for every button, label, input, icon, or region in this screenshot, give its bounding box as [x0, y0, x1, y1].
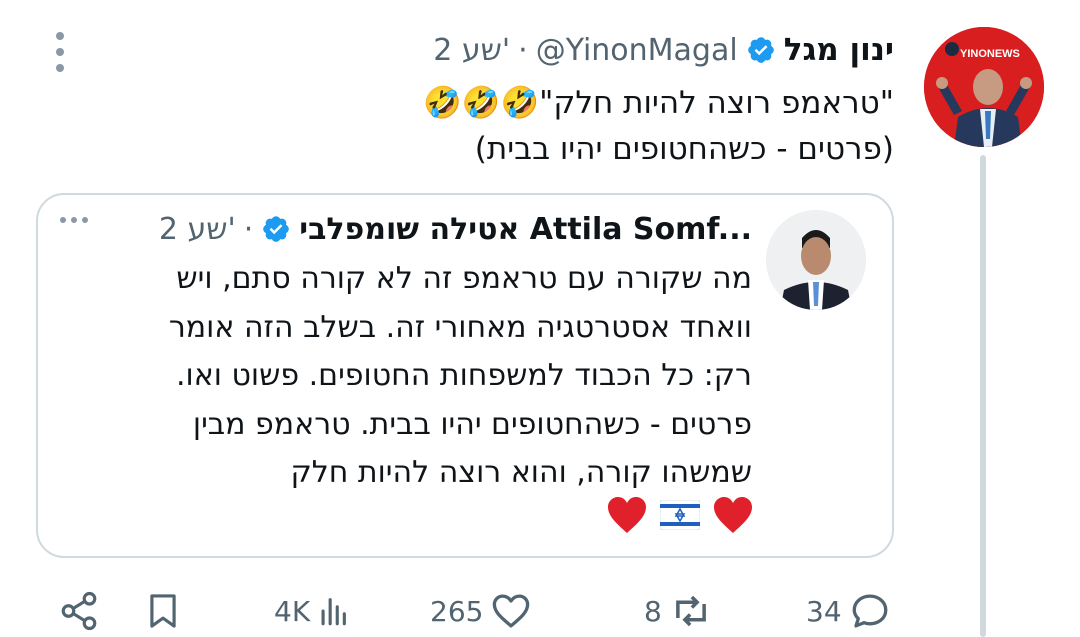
separator-dot: · — [518, 32, 528, 68]
israel-flag-emoji — [660, 500, 700, 530]
post-text-line: "טראמפ רוצה להיות חלק"🤣🤣🤣 — [423, 85, 894, 121]
quoted-avatar-image — [766, 210, 866, 310]
likes-count: 265 — [430, 594, 484, 628]
bookmark-button[interactable] — [144, 585, 182, 637]
avatar-image: YINONEWS — [924, 27, 1044, 147]
red-heart-emoji — [608, 497, 646, 533]
post-text: "טראמפ רוצה להיות חלק"🤣🤣🤣 (פרטים - כשהחט… — [194, 80, 894, 172]
avatar-badge: YINONEWS — [960, 48, 1020, 60]
quoted-post-header: אטילה שומפלבי Attila Somf... · 2 שע' — [159, 207, 752, 251]
author-avatar[interactable]: YINONEWS — [924, 27, 1044, 147]
like-icon — [493, 594, 530, 628]
quoted-text-line: פרטים - כשהחטופים יהיו בבית. טראמפ מבין — [192, 406, 752, 442]
post-text-line: (פרטים - כשהחטופים יהיו בבית) — [474, 131, 894, 167]
post-actions-bar: 4K 265 8 34 — [0, 585, 960, 637]
replies-count: 34 — [806, 594, 842, 628]
quoted-text-line: וואחד אסטרטגיה מאחורי זה. בשלב הזה אומר — [168, 309, 752, 345]
separator-dot: · — [243, 211, 254, 247]
more-options-icon[interactable] — [50, 32, 70, 72]
author-name[interactable]: ינון מגל — [784, 32, 894, 68]
quoted-text-line: שמשהו קורה, והוא רוצה להיות חלק — [290, 455, 752, 490]
author-handle[interactable]: @YinonMagal — [536, 33, 738, 68]
post-time[interactable]: 2 שע' — [433, 33, 510, 68]
repost-button[interactable]: 8 — [644, 585, 714, 637]
quoted-post-time[interactable]: 2 שע' — [159, 212, 236, 247]
verified-badge-icon — [263, 216, 290, 242]
views-button[interactable]: 4K — [274, 585, 350, 637]
post-header: ינון מגל @YinonMagal · 2 שע' — [433, 28, 894, 72]
share-button[interactable] — [58, 585, 100, 637]
like-button[interactable]: 265 — [430, 585, 533, 637]
verified-badge-icon — [747, 37, 774, 63]
quoted-emoji-row — [606, 495, 754, 535]
reposts-count: 8 — [644, 594, 662, 628]
repost-icon — [675, 595, 706, 627]
quoted-post-card[interactable]: אטילה שומפלבי Attila Somf... · 2 שע' מה … — [36, 193, 894, 558]
views-icon — [321, 598, 347, 626]
views-count: 4K — [274, 594, 311, 628]
thread-connector-line — [980, 155, 986, 637]
quoted-more-icon[interactable] — [60, 217, 88, 223]
quoted-text-line: רק: כל הכבוד למשפחות החטופים. פשוט ואו. — [176, 358, 752, 393]
quoted-post-text: מה שקורה עם טראמפ זה לא קורה סתם, ויש וו… — [62, 255, 752, 498]
quoted-author-name[interactable]: אטילה שומפלבי Attila Somf... — [299, 212, 752, 247]
red-heart-emoji — [714, 497, 752, 533]
reply-icon — [852, 594, 888, 628]
bookmark-icon — [150, 594, 176, 628]
reply-button[interactable]: 34 — [806, 585, 892, 637]
share-icon — [61, 591, 97, 631]
quoted-text-line: מה שקורה עם טראמפ זה לא קורה סתם, ויש — [176, 261, 752, 296]
quoted-author-avatar[interactable] — [766, 210, 866, 310]
